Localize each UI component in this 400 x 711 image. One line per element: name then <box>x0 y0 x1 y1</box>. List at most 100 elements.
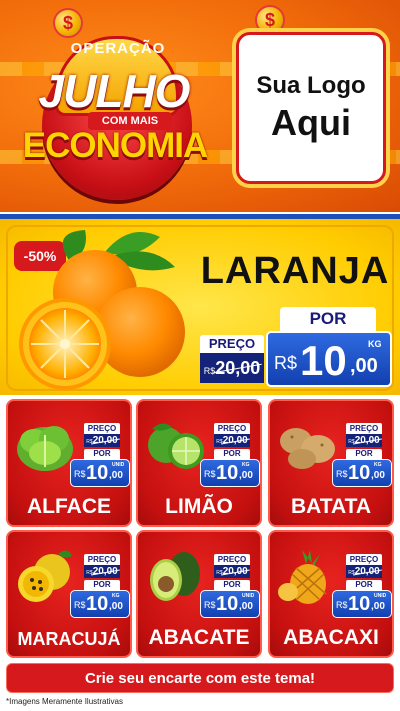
new-price-label: POR <box>214 449 250 459</box>
new-price-label: POR <box>346 580 382 590</box>
product-price-tag: PREÇO R$20,00 POR R$ 10 ,00 UNID <box>70 423 130 487</box>
product-name: ALFACE <box>27 495 111 518</box>
lettuce-icon <box>12 415 78 480</box>
old-price-value: 20,00 <box>354 566 380 577</box>
new-price-integer: 10 <box>216 462 239 484</box>
unit-label: UNID <box>112 462 125 468</box>
product-card-maracujá[interactable]: PREÇO R$20,00 POR R$ 10 ,00 KG MARACUJÁ <box>6 530 132 658</box>
logo-line1: Sua Logo <box>256 72 366 99</box>
disclaimer-text: *Imagens Meramente Ilustrativas <box>6 697 123 706</box>
new-price: R$ 10 ,00 KG <box>200 459 260 487</box>
old-price-value: 20,00 <box>92 566 118 577</box>
product-name: ABACATE <box>148 626 250 649</box>
old-price-label: PREÇO <box>346 423 382 434</box>
new-price-integer: 10 <box>348 462 371 484</box>
product-price-tag: PREÇO R$20,00 POR R$ 10 ,00 KG <box>332 423 392 487</box>
new-price-label: POR <box>214 580 250 590</box>
old-price-label: PREÇO <box>200 335 264 353</box>
coin-symbol: $ <box>62 12 73 33</box>
divider-band <box>0 212 400 219</box>
logo-line2: Aqui <box>271 102 351 143</box>
new-price-integer: 10 <box>86 462 109 484</box>
new-price-currency: R$ <box>74 600 86 610</box>
new-price-decimal: ,00 <box>109 601 123 612</box>
new-price: R$ 10 ,00 UNID <box>70 459 130 487</box>
new-price-decimal: ,00 <box>371 470 385 481</box>
new-price-currency: R$ <box>204 600 216 610</box>
header-banner: $ OPERAÇÃO JULHO COM MAIS ECONOMIA $ Sua… <box>0 0 400 212</box>
coin-icon: $ <box>255 5 285 35</box>
old-price: R$20,00 <box>346 434 382 447</box>
new-price-integer: 10 <box>86 593 109 615</box>
new-price-decimal: ,00 <box>109 470 123 481</box>
product-card-batata[interactable]: PREÇO R$20,00 POR R$ 10 ,00 KG BATATA <box>268 399 394 527</box>
unit-label: KG <box>242 462 250 468</box>
old-price-label: PREÇO <box>214 423 250 434</box>
old-price-currency: R$ <box>203 366 216 376</box>
emblem-main-text: JULHO <box>38 65 191 117</box>
new-price-currency: R$ <box>204 469 216 479</box>
product-card-abacaxi[interactable]: PREÇO R$20,00 POR R$ 10 ,00 UNID ABACAXI <box>268 530 394 658</box>
featured-name: LARANJA <box>200 250 390 292</box>
unit-label: UNID <box>374 593 387 599</box>
new-price-decimal: ,00 <box>371 601 385 612</box>
product-card-alface[interactable]: PREÇO R$20,00 POR R$ 10 ,00 UNID ALFACE <box>6 399 132 527</box>
new-price-currency: R$ <box>74 469 86 479</box>
unit-label: KG <box>368 339 382 349</box>
new-price-decimal: ,00 <box>350 355 378 377</box>
cta-banner[interactable]: Crie seu encarte com este tema! <box>6 663 394 693</box>
new-price-integer: 10 <box>348 593 371 615</box>
old-price: R$20,00 <box>84 565 120 578</box>
product-price-tag: PREÇO R$20,00 POR R$ 10 ,00 UNID <box>332 554 392 618</box>
old-price-value: 20,00 <box>92 435 118 446</box>
emblem-top-text: OPERAÇÃO <box>70 40 166 57</box>
old-price-value: 20,00 <box>354 435 380 446</box>
new-price-currency: R$ <box>336 469 348 479</box>
product-name: ABACAXI <box>283 626 379 649</box>
product-price-tag: PREÇO R$20,00 POR R$ 10 ,00 KG <box>200 423 260 487</box>
campaign-emblem: $ OPERAÇÃO JULHO COM MAIS ECONOMIA <box>10 8 220 200</box>
coin-symbol: $ <box>264 9 275 30</box>
unit-label: UNID <box>242 593 255 599</box>
new-price: R$ 10 ,00 UNID <box>332 590 392 618</box>
product-name: LIMÃO <box>165 495 233 518</box>
new-price-decimal: ,00 <box>239 470 253 481</box>
old-price-label: PREÇO <box>214 554 250 565</box>
old-price-value: 20,00 <box>215 358 261 378</box>
product-price-tag: PREÇO R$20,00 POR R$ 10 ,00 KG <box>70 554 130 618</box>
new-price: R$ 10 ,00 UNID <box>200 590 260 618</box>
new-price-integer: 10 <box>216 593 239 615</box>
flyer-page: $ OPERAÇÃO JULHO COM MAIS ECONOMIA $ Sua… <box>0 0 400 711</box>
old-price: R$20,00 <box>84 434 120 447</box>
orange-icon <box>19 230 185 390</box>
old-price-label: PREÇO <box>346 554 382 565</box>
new-price-currency: R$ <box>274 353 298 373</box>
pineapple-icon <box>274 546 340 611</box>
new-price-label: POR <box>346 449 382 459</box>
unit-label: KG <box>112 593 120 599</box>
coin-icon: $ <box>53 8 83 38</box>
product-name: MARACUJÁ <box>17 629 121 649</box>
emblem-word-text: ECONOMIA <box>22 126 209 165</box>
product-card-limão[interactable]: PREÇO R$20,00 POR R$ 10 ,00 KG LIMÃO <box>136 399 262 527</box>
new-price-label: POR <box>280 307 376 331</box>
new-price-label: POR <box>84 449 120 459</box>
passion-fruit-icon <box>12 546 78 611</box>
old-price: R$20,00 <box>214 565 250 578</box>
new-price-currency: R$ <box>336 600 348 610</box>
new-price: R$ 10 ,00 KG <box>332 459 392 487</box>
featured-price-tag: PREÇO R$20,00 POR R$ 10 ,00 KG <box>198 307 394 389</box>
old-price-label: PREÇO <box>84 554 120 565</box>
potato-icon <box>274 415 340 480</box>
old-price: R$20,00 <box>214 434 250 447</box>
old-price-value: 20,00 <box>222 566 248 577</box>
avocado-icon <box>142 546 208 611</box>
old-price-label: PREÇO <box>84 423 120 434</box>
new-price: R$ 10 ,00 KG <box>266 331 392 387</box>
logo-placeholder[interactable]: Sua Logo Aqui <box>236 32 386 184</box>
product-card-abacate[interactable]: PREÇO R$20,00 POR R$ 10 ,00 UNID ABACATE <box>136 530 262 658</box>
old-price: R$20,00 <box>346 565 382 578</box>
old-price: R$20,00 <box>200 353 264 383</box>
lime-icon <box>142 415 208 480</box>
new-price-label: POR <box>84 580 120 590</box>
